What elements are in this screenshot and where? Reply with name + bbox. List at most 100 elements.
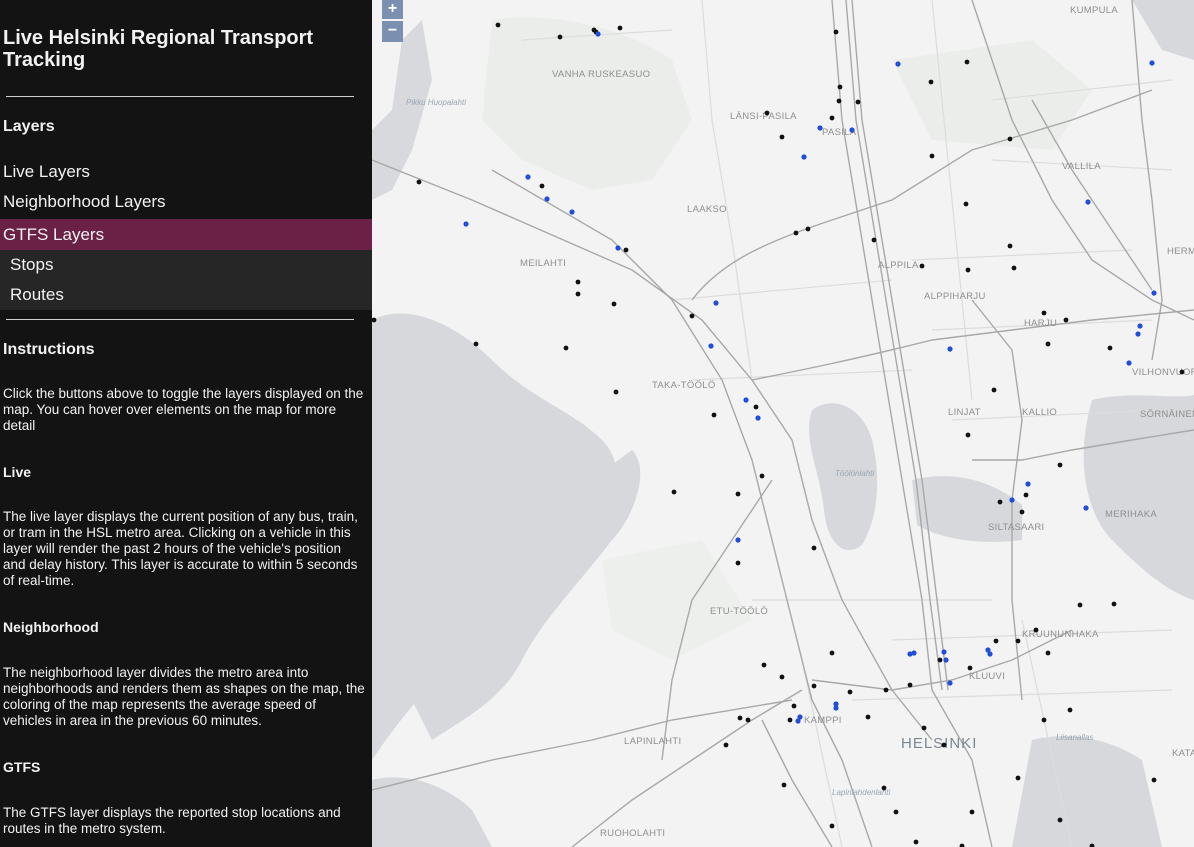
vehicle-marker[interactable] — [713, 300, 719, 306]
stop-marker[interactable] — [1111, 601, 1117, 607]
stop-marker[interactable] — [1015, 775, 1021, 781]
stop-marker[interactable] — [965, 267, 971, 273]
vehicle-marker[interactable] — [941, 649, 947, 655]
vehicle-marker[interactable] — [947, 346, 953, 352]
stop-marker[interactable] — [929, 153, 935, 159]
nav-gtfs-layers[interactable]: GTFS Layers — [0, 219, 372, 250]
vehicle-marker[interactable] — [907, 651, 913, 657]
stop-marker[interactable] — [811, 683, 817, 689]
stop-marker[interactable] — [617, 25, 623, 31]
stop-marker[interactable] — [779, 674, 785, 680]
vehicle-marker[interactable] — [1149, 60, 1155, 66]
stop-marker[interactable] — [745, 717, 751, 723]
stop-marker[interactable] — [963, 201, 969, 207]
stop-marker[interactable] — [893, 809, 899, 815]
stop-marker[interactable] — [1033, 627, 1039, 633]
stop-marker[interactable] — [919, 263, 925, 269]
vehicle-marker[interactable] — [708, 343, 714, 349]
stop-marker[interactable] — [671, 489, 677, 495]
vehicle-marker[interactable] — [525, 174, 531, 180]
vehicle-marker[interactable] — [1009, 497, 1015, 503]
stop-marker[interactable] — [965, 432, 971, 438]
stop-marker[interactable] — [591, 27, 597, 33]
stop-marker[interactable] — [575, 291, 581, 297]
stop-marker[interactable] — [829, 823, 835, 829]
stop-marker[interactable] — [883, 687, 889, 693]
stop-marker[interactable] — [921, 725, 927, 731]
vehicle-marker[interactable] — [615, 245, 621, 251]
nav-live-layers[interactable]: Live Layers — [0, 157, 372, 187]
stop-marker[interactable] — [1045, 650, 1051, 656]
vehicle-marker[interactable] — [735, 537, 741, 543]
stop-marker[interactable] — [969, 809, 975, 815]
stop-marker[interactable] — [1057, 817, 1063, 823]
stop-marker[interactable] — [1015, 638, 1021, 644]
vehicle-marker[interactable] — [544, 196, 550, 202]
stop-marker[interactable] — [557, 34, 563, 40]
vehicle-marker[interactable] — [795, 718, 801, 724]
vehicle-marker[interactable] — [849, 127, 855, 133]
stop-marker[interactable] — [759, 473, 765, 479]
zoom-in-button[interactable]: + — [382, 0, 403, 19]
map-canvas[interactable]: KUMPULA VANHA RUSKEASUO LÄNSI-PASILA PAS… — [372, 0, 1194, 847]
stop-marker[interactable] — [613, 389, 619, 395]
stop-marker[interactable] — [737, 715, 743, 721]
stop-marker[interactable] — [855, 99, 861, 105]
vehicle-marker[interactable] — [817, 125, 823, 131]
stop-marker[interactable] — [623, 247, 629, 253]
stop-marker[interactable] — [781, 782, 787, 788]
stop-marker[interactable] — [829, 650, 835, 656]
stop-marker[interactable] — [865, 714, 871, 720]
nav-neighborhood-layers[interactable]: Neighborhood Layers — [0, 187, 372, 217]
vehicle-marker[interactable] — [833, 701, 839, 707]
stop-marker[interactable] — [871, 237, 877, 243]
stop-marker[interactable] — [575, 279, 581, 285]
stop-marker[interactable] — [847, 689, 853, 695]
stop-marker[interactable] — [563, 345, 569, 351]
stop-marker[interactable] — [993, 638, 999, 644]
vehicle-marker[interactable] — [463, 221, 469, 227]
stop-marker[interactable] — [761, 662, 767, 668]
stop-marker[interactable] — [1007, 136, 1013, 142]
stop-marker[interactable] — [836, 98, 842, 104]
stop-marker[interactable] — [1107, 345, 1113, 351]
vehicle-marker[interactable] — [895, 61, 901, 67]
vehicle-marker[interactable] — [1083, 505, 1089, 511]
stop-marker[interactable] — [964, 59, 970, 65]
zoom-out-button[interactable]: − — [382, 21, 403, 42]
nav-gtfs-routes[interactable]: Routes — [0, 280, 372, 310]
stop-marker[interactable] — [1063, 317, 1069, 323]
stop-marker[interactable] — [723, 742, 729, 748]
stop-marker[interactable] — [1057, 462, 1063, 468]
stop-marker[interactable] — [753, 404, 759, 410]
stop-marker[interactable] — [991, 387, 997, 393]
stop-marker[interactable] — [416, 179, 422, 185]
vehicle-marker[interactable] — [743, 397, 749, 403]
stop-marker[interactable] — [1019, 509, 1025, 515]
stop-marker[interactable] — [1023, 492, 1029, 498]
vehicle-marker[interactable] — [987, 651, 993, 657]
stop-marker[interactable] — [1011, 265, 1017, 271]
vehicle-marker[interactable] — [569, 209, 575, 215]
stop-marker[interactable] — [928, 79, 934, 85]
vehicle-marker[interactable] — [1126, 360, 1132, 366]
stop-marker[interactable] — [837, 84, 843, 90]
stop-marker[interactable] — [1045, 341, 1051, 347]
stop-marker[interactable] — [764, 110, 770, 116]
stop-marker[interactable] — [805, 226, 811, 232]
stop-marker[interactable] — [829, 115, 835, 121]
vehicle-marker[interactable] — [1085, 199, 1091, 205]
stop-marker[interactable] — [787, 717, 793, 723]
vehicle-marker[interactable] — [943, 657, 949, 663]
stop-marker[interactable] — [881, 785, 887, 791]
stop-marker[interactable] — [1041, 717, 1047, 723]
stop-marker[interactable] — [997, 499, 1003, 505]
vehicle-marker[interactable] — [947, 680, 953, 686]
stop-marker[interactable] — [907, 682, 913, 688]
stop-marker[interactable] — [1007, 243, 1013, 249]
vehicle-marker[interactable] — [595, 31, 601, 37]
stop-marker[interactable] — [735, 491, 741, 497]
stop-marker[interactable] — [779, 134, 785, 140]
stop-marker[interactable] — [473, 341, 479, 347]
stop-marker[interactable] — [1179, 369, 1185, 375]
